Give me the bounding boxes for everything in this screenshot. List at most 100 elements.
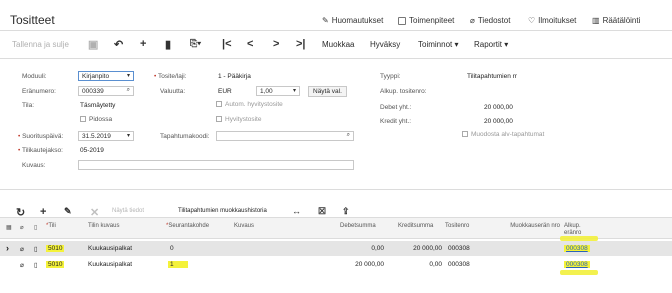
save-close-button[interactable]: Tallenna ja sulje [12, 40, 69, 49]
add-icon[interactable]: + [140, 38, 146, 50]
edit-button[interactable]: Muokkaa [322, 40, 354, 49]
onhold-checkbox[interactable]: Pidossa [80, 116, 112, 123]
fit-columns-icon[interactable]: ↔ [292, 206, 301, 216]
status-value: Täsmäytetty [80, 102, 116, 109]
orig-batch-link[interactable]: 000308 [564, 245, 590, 252]
grid-settings-icon[interactable]: ▦ [6, 224, 12, 231]
notifications-link[interactable]: ♡ Ilmoitukset [528, 16, 576, 25]
first-record-icon[interactable]: |< [222, 38, 232, 50]
orig-batch-link[interactable]: 000308 [564, 261, 590, 268]
upload-icon[interactable]: ⇪ [342, 206, 350, 217]
column-credit[interactable]: Kreditsumma [398, 223, 433, 229]
type-label: Tyyppi: [380, 73, 401, 80]
batch-cell: 000308 [448, 245, 470, 252]
previous-record-icon[interactable]: < [247, 38, 253, 50]
column-account[interactable]: *Tili [46, 223, 56, 229]
chevron-down-icon: ▾ [126, 133, 130, 139]
calendar-icon [398, 16, 406, 25]
checkbox-icon [216, 101, 222, 108]
column-cat[interactable]: Muokkauserän nro [508, 223, 560, 230]
subaccount-cell[interactable]: 1 [168, 261, 188, 268]
module-select[interactable]: Kirjanpito ▾ [78, 71, 134, 81]
subaccount-cell[interactable]: 0 [170, 245, 174, 252]
postdate-input[interactable]: 31.5.2019 ▾ [78, 131, 134, 141]
files-link[interactable]: ⌀ Tiedostot [470, 16, 510, 25]
paperclip-icon: ⌀ [470, 16, 475, 25]
show-details-button[interactable]: Näytä tiedot [112, 208, 144, 214]
auto-reverse-checkbox[interactable]: Autom. hyvitystosite [216, 101, 283, 108]
checkbox-icon [80, 116, 86, 123]
bell-icon: ♡ [528, 16, 536, 25]
column-subaccount[interactable]: *Seurantakohde [166, 223, 209, 229]
type-value: Tilitapahtumien rr [467, 73, 517, 80]
last-record-icon[interactable]: >| [296, 38, 306, 50]
credit-cell[interactable]: 20 000,00 [398, 245, 442, 252]
undo-icon[interactable]: ↶ [114, 38, 123, 51]
description-input[interactable] [78, 160, 354, 170]
activities-link[interactable]: Toimenpiteet [398, 16, 454, 25]
table-row[interactable]: › ⌀ ▯ 5010 Kuukausipalkat 0 0,00 20 000,… [0, 241, 672, 256]
copy-paste-icon[interactable]: ⎘▾ [190, 38, 201, 49]
search-icon[interactable]: ⌕ [347, 132, 350, 139]
period-label: • Tilikautejakso: [18, 147, 63, 154]
edit-row-icon[interactable]: ✎ [64, 206, 72, 217]
column-debit[interactable]: Debetsumma [340, 223, 376, 229]
column-batch[interactable]: Tositenro [445, 223, 469, 229]
delete-icon[interactable]: ▮ [165, 38, 171, 51]
header-divider [0, 30, 672, 31]
currency-label: Valuutta: [160, 88, 186, 95]
orig-batch-label: Alkup. tositenro: [380, 88, 427, 95]
debit-cell[interactable]: 0,00 [340, 245, 384, 252]
search-icon[interactable]: ⌕ [127, 87, 130, 94]
trancode-input[interactable]: ⌕ [216, 131, 354, 141]
description-label: Kuvaus: [22, 162, 46, 169]
note-icon[interactable]: ▯ [34, 261, 38, 269]
ledger-value: 1 - Pääkirja [218, 73, 251, 80]
debit-total-label: Debet yht.: [380, 104, 412, 111]
column-description[interactable]: Kuvaus [234, 223, 254, 229]
note-header-icon: ▯ [34, 225, 38, 231]
attachment-header-icon: ⌀ [20, 225, 24, 231]
chart-icon: ▥ [592, 16, 600, 25]
batch-number-input[interactable]: 000339 ⌕ [78, 86, 134, 96]
customization-link[interactable]: ▥ Räätälöinti [592, 16, 640, 25]
page-title: Tositteet [10, 13, 55, 27]
view-rate-button[interactable]: Näytä val. [308, 86, 347, 97]
debit-cell[interactable]: 20 000,00 [340, 261, 384, 268]
module-label: Moduuli: [22, 73, 47, 80]
approve-button[interactable]: Hyväksy [370, 40, 400, 49]
export-excel-icon[interactable]: ☒ [318, 206, 326, 217]
trancode-label: Tapahtumakoodi: [160, 133, 210, 140]
batch-cell: 000308 [448, 261, 470, 268]
vat-checkbox[interactable]: Muodosta alv-tapahtumat [462, 131, 544, 138]
note-icon[interactable]: ▯ [34, 245, 38, 253]
next-record-icon[interactable]: > [273, 38, 279, 50]
credit-cell[interactable]: 0,00 [398, 261, 442, 268]
rate-input[interactable]: 1,00 ▾ [256, 86, 300, 96]
checkbox-icon [462, 131, 468, 138]
credit-total-label: Kredit yht.: [380, 118, 412, 125]
row-selector-icon: › [6, 243, 9, 253]
batch-label: Eränumero: [22, 88, 56, 95]
highlight-mark [560, 270, 598, 275]
toolbar-divider [0, 58, 672, 59]
column-account-desc[interactable]: Tilin kuvaus [88, 223, 119, 229]
checkbox-icon [216, 116, 222, 123]
attachment-icon[interactable]: ⌀ [20, 261, 24, 269]
note-icon: ✎ [322, 16, 329, 25]
postdate-label: • Suorituspäivä: [18, 133, 64, 140]
notes-link[interactable]: ✎ Huomautukset [322, 16, 383, 25]
account-desc-cell: Kuukausipalkat [88, 245, 133, 252]
currency-value: EUR [218, 88, 232, 95]
save-icon[interactable]: ▣ [88, 38, 98, 51]
reports-menu[interactable]: Raportit ▾ [474, 40, 508, 49]
account-cell[interactable]: 5010 [46, 261, 65, 268]
chevron-down-icon: ▾ [292, 88, 296, 94]
attachment-icon[interactable]: ⌀ [20, 245, 24, 253]
account-cell[interactable]: 5010 [46, 245, 65, 252]
actions-menu[interactable]: Toiminnot ▾ [418, 40, 458, 49]
chevron-down-icon: ▾ [126, 73, 130, 79]
column-orig[interactable]: Alkup. eränro [564, 223, 596, 237]
reversing-checkbox[interactable]: Hyvitystosite [216, 116, 261, 123]
history-button[interactable]: Tilitapahtumien muokkaushistoria [178, 208, 267, 214]
